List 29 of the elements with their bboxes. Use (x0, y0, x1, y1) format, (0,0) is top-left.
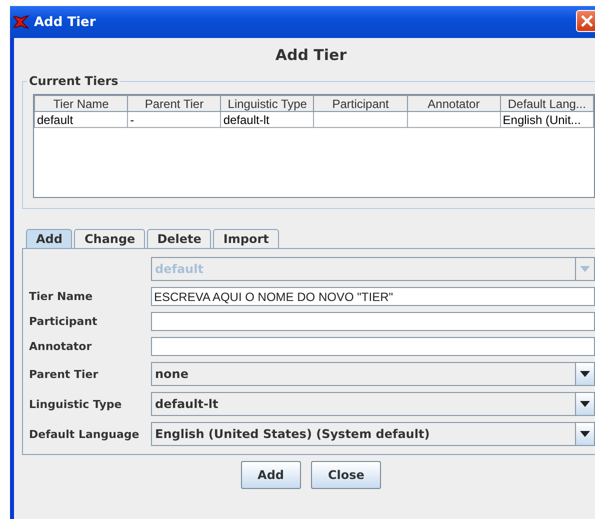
column-header[interactable]: Default Lang... (500, 96, 594, 112)
dialog-button[interactable]: Close (311, 461, 382, 489)
field-label: Tier Name (29, 290, 94, 303)
field-label: Parent Tier (29, 368, 100, 380)
field-label: Linguistic Type (29, 398, 123, 410)
tab[interactable]: Add (26, 229, 72, 248)
dropdown[interactable]: English (United States) (System default) (151, 422, 595, 446)
column-header[interactable]: Parent Tier (128, 96, 221, 112)
table-cell: default-lt (220, 112, 314, 128)
tab[interactable]: Change (74, 229, 146, 248)
column-header[interactable]: Annotator (407, 96, 500, 112)
field-label: Annotator (29, 340, 93, 353)
table-cell: - (128, 112, 221, 128)
field-label: Participant (29, 315, 98, 328)
tab[interactable]: Delete (147, 229, 212, 248)
column-header[interactable]: Participant (314, 96, 408, 112)
field-label: Default Language (29, 428, 140, 440)
column-header[interactable]: Linguistic Type (220, 96, 314, 112)
table-cell: default (34, 112, 128, 128)
dropdown[interactable]: none (151, 362, 595, 386)
table-cell: English (Unit... (500, 112, 594, 128)
dropdown[interactable]: default-lt (151, 392, 595, 416)
group-title: Current Tiers (28, 74, 120, 88)
dialog-button[interactable]: Add (240, 461, 301, 489)
tab[interactable]: Import (213, 229, 279, 248)
dialog-heading: Add Tier (274, 46, 348, 64)
column-header[interactable]: Tier Name (34, 96, 128, 112)
window-title: Add Tier (34, 14, 96, 30)
text-field[interactable]: ESCREVA AQUI O NOME DO NOVO "TIER" (151, 287, 595, 306)
